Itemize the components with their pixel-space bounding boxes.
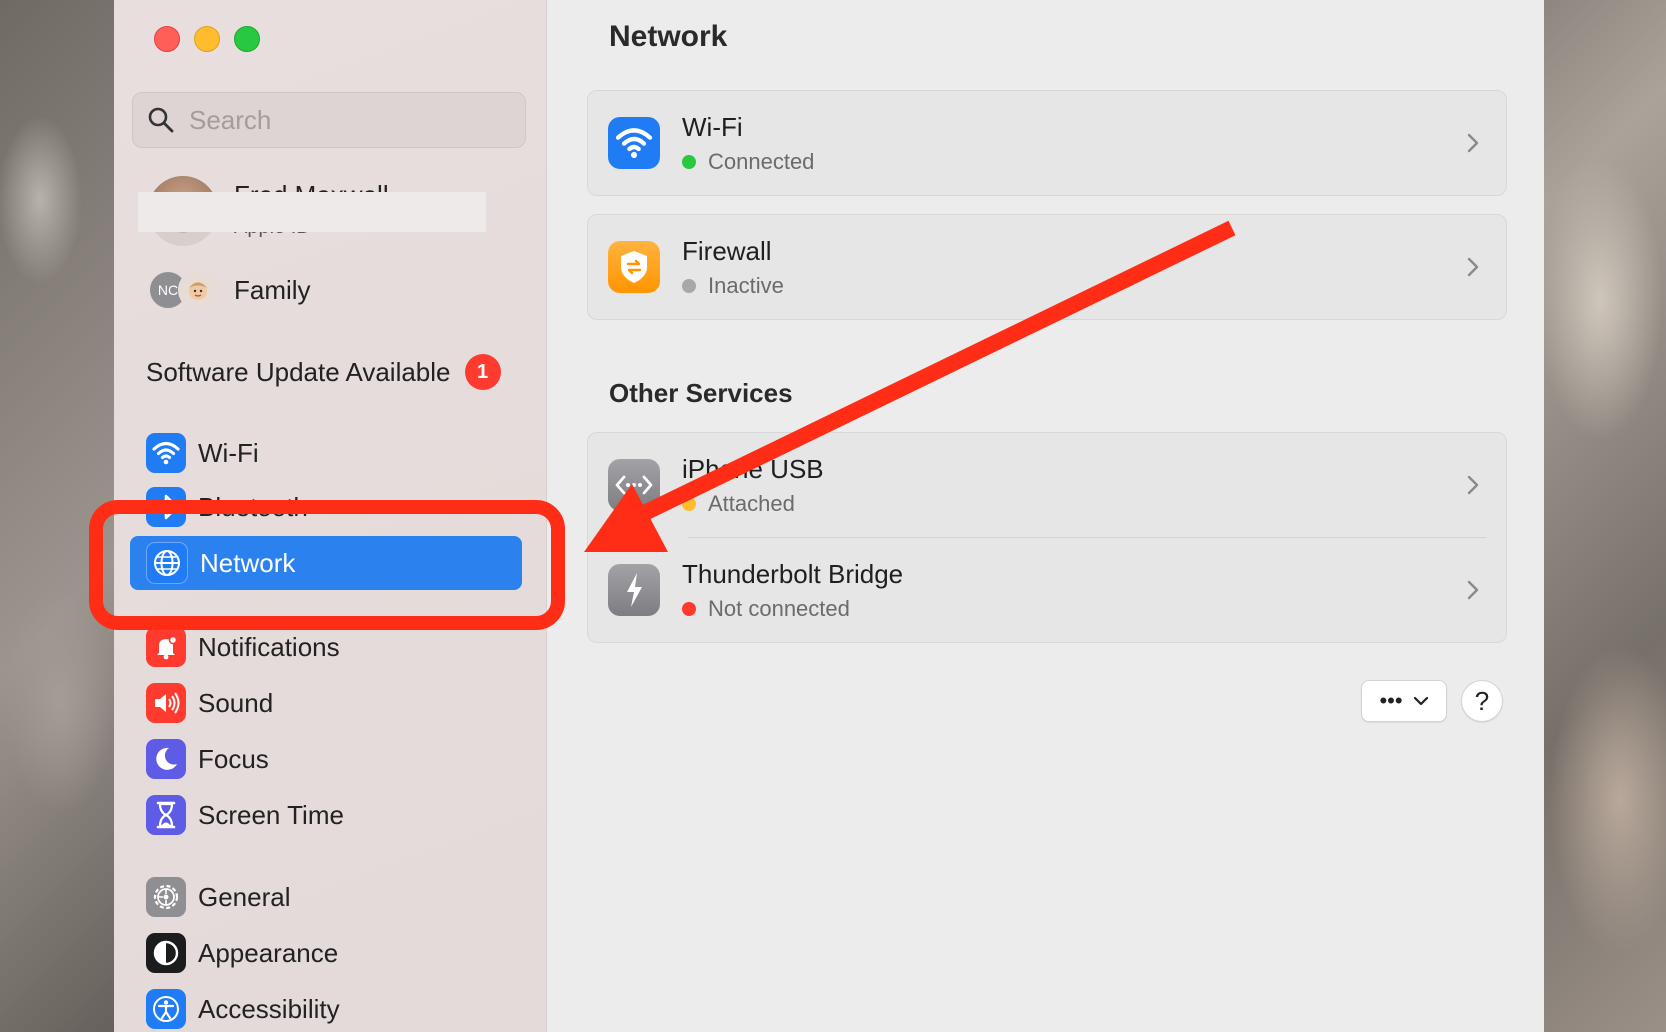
service-status: Not connected [708, 595, 850, 621]
service-name: Thunderbolt Bridge [682, 558, 904, 589]
memoji-icon [189, 282, 207, 300]
software-update-label: Software Update Available [146, 356, 451, 387]
other-services-card: iPhone USB Attached Thunderbolt Bridge N… [587, 432, 1507, 643]
thunderbolt-icon [608, 564, 660, 616]
wifi-icon [608, 117, 660, 169]
sidebar-item-screen-time[interactable]: Screen Time [130, 788, 522, 842]
sidebar-item-notifications[interactable]: Notifications [130, 620, 522, 674]
software-update-row[interactable]: Software Update Available 1 [146, 354, 501, 390]
hourglass-icon [146, 795, 186, 835]
sidebar-item-label: Wi-Fi [198, 437, 259, 468]
service-row-iphone-usb[interactable]: iPhone USB Attached [588, 433, 1506, 537]
more-actions-button[interactable]: ••• [1361, 680, 1447, 722]
sidebar-item-label: Notifications [198, 631, 340, 662]
memoji-avatar [178, 270, 218, 310]
search-field[interactable] [132, 92, 526, 148]
sidebar-item-appearance[interactable]: Appearance [130, 926, 522, 980]
chevron-down-icon [1413, 696, 1428, 706]
sidebar-item-label: Accessibility [198, 993, 340, 1024]
sidebar-item-wifi[interactable]: Wi-Fi [130, 426, 522, 480]
chevron-right-icon [1467, 475, 1479, 495]
page-title: Network [609, 20, 728, 53]
sidebar-item-label: Sound [198, 687, 274, 718]
bell-icon [146, 627, 186, 667]
close-window-button[interactable] [154, 26, 180, 52]
service-status: Inactive [708, 272, 784, 298]
usb-network-icon [608, 459, 660, 511]
sidebar-item-accessibility[interactable]: Accessibility [130, 982, 522, 1032]
service-name: iPhone USB [682, 453, 824, 484]
family-row[interactable]: NC Family [148, 268, 311, 312]
speaker-icon [146, 683, 186, 723]
chevron-right-icon [1467, 133, 1479, 153]
help-button[interactable]: ? [1461, 680, 1503, 722]
service-status: Connected [708, 148, 815, 174]
chevron-right-icon [1467, 257, 1479, 277]
wifi-service-card: Wi-Fi Connected [587, 90, 1507, 196]
status-dot [682, 278, 696, 293]
more-actions-label: ••• [1379, 688, 1403, 713]
appearance-icon [146, 933, 186, 973]
redaction-overlay [138, 192, 486, 232]
status-dot [682, 154, 696, 169]
sidebar-item-label: Focus [198, 743, 269, 774]
search-icon [148, 107, 174, 133]
service-row-firewall[interactable]: Firewall Inactive [588, 215, 1506, 319]
moon-icon [146, 739, 186, 779]
sidebar-item-focus[interactable]: Focus [130, 732, 522, 786]
globe-icon [146, 542, 188, 584]
minimize-window-button[interactable] [194, 26, 220, 52]
sidebar-item-general[interactable]: General [130, 870, 522, 924]
status-dot [682, 601, 696, 616]
bluetooth-icon [146, 487, 186, 527]
firewall-service-card: Firewall Inactive [587, 214, 1507, 320]
gear-icon [146, 877, 186, 917]
sidebar: Fred Maxwell Apple ID NC Family Software… [114, 0, 547, 1032]
sidebar-item-network[interactable]: Network [130, 536, 522, 590]
status-dot [682, 496, 696, 511]
sidebar-item-label: Screen Time [198, 799, 344, 830]
sidebar-item-sound[interactable]: Sound [130, 676, 522, 730]
sidebar-item-bluetooth[interactable]: Bluetooth [130, 480, 522, 534]
family-label: Family [234, 274, 311, 305]
network-pane: Network Wi-Fi Connected Firewall Inactiv… [547, 0, 1544, 1032]
sidebar-item-label: Appearance [198, 937, 339, 968]
section-title-other-services: Other Services [609, 378, 793, 408]
search-input[interactable] [187, 103, 511, 137]
firewall-icon [608, 241, 660, 293]
service-row-wifi[interactable]: Wi-Fi Connected [588, 91, 1506, 195]
accessibility-icon [146, 989, 186, 1029]
service-status: Attached [708, 490, 795, 516]
service-row-thunderbolt-bridge[interactable]: Thunderbolt Bridge Not connected [588, 538, 1506, 642]
chevron-right-icon [1467, 580, 1479, 600]
system-settings-window: Fred Maxwell Apple ID NC Family Software… [114, 0, 1544, 1032]
sidebar-item-label: Network [200, 547, 296, 578]
wifi-icon [146, 433, 186, 473]
update-count-badge: 1 [464, 354, 501, 390]
service-name: Wi-Fi [682, 111, 743, 142]
service-name: Firewall [682, 235, 772, 266]
sidebar-item-label: General [198, 881, 291, 912]
sidebar-item-label: Bluetooth [198, 491, 308, 522]
maximize-window-button[interactable] [234, 26, 260, 52]
